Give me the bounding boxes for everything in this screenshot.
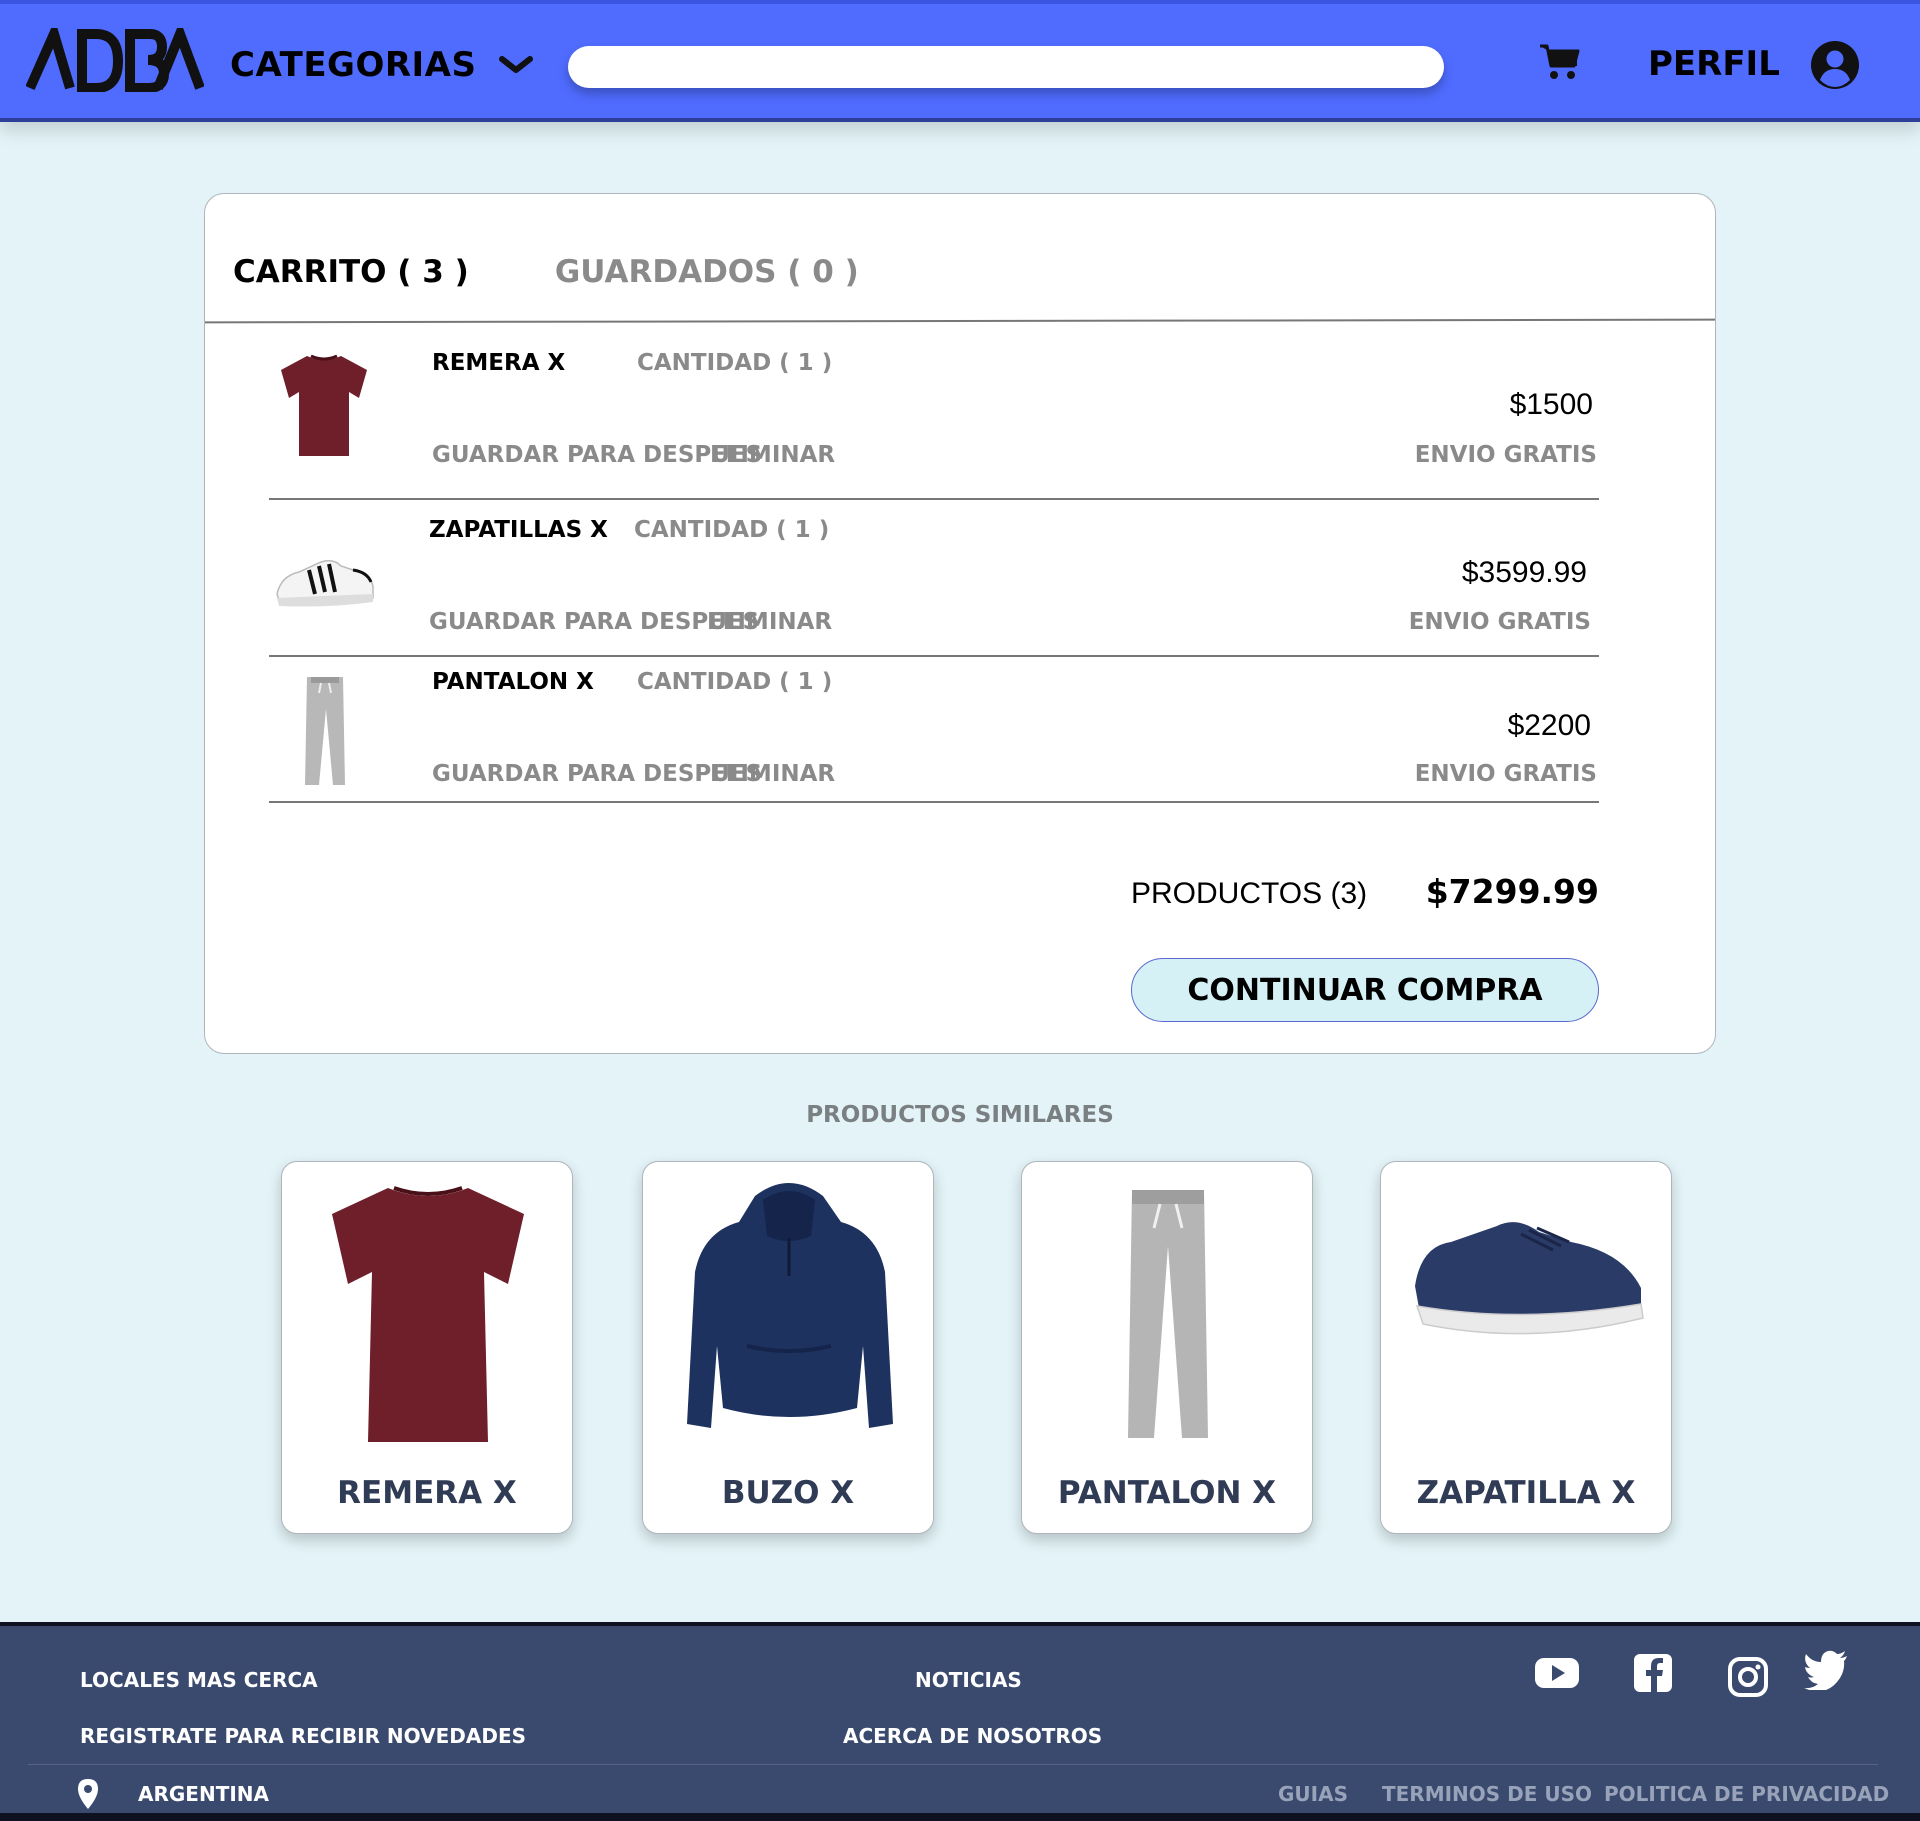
nearest-stores-link[interactable]: LOCALES MAS CERCA [80,1668,318,1692]
item-divider [269,498,1599,500]
guides-link[interactable]: GUIAS [1278,1782,1348,1806]
chevron-down-icon [498,56,533,73]
categories-label: CATEGORIAS [230,45,477,85]
cart-icon[interactable] [1538,42,1580,82]
item-divider [269,655,1599,657]
top-navbar: CATEGORIAS PERFIL [0,0,1920,122]
shipping-label: ENVIO GRATIS [1414,761,1597,787]
item-divider [269,801,1599,803]
item-price: $2200 [1507,709,1591,742]
similar-product-card[interactable]: ZAPATILLA X [1380,1161,1672,1534]
item-quantity: CANTIDAD ( 1 ) [637,350,833,376]
similar-product-card[interactable]: PANTALON X [1021,1161,1313,1534]
item-quantity: CANTIDAD ( 1 ) [637,669,833,695]
instagram-icon[interactable] [1725,1656,1771,1698]
cart-item: PANTALON X CANTIDAD ( 1 ) GUARDAR PARA D… [269,663,1599,823]
terms-of-use-link[interactable]: TERMINOS DE USO [1382,1782,1592,1806]
pants-image [1128,1190,1208,1438]
cart-total: $7299.99 [1425,872,1599,911]
sneaker-thumbnail [276,559,374,607]
bottom-edge [0,1813,1920,1821]
profile-link[interactable]: PERFIL [1648,44,1780,88]
pants-thumbnail [305,677,345,785]
product-label: ZAPATILLA X [1416,1475,1636,1511]
remove-item-link[interactable]: ELIMINAR [710,442,835,468]
about-us-link[interactable]: ACERCA DE NOSOTROS [843,1724,1102,1748]
user-circle-icon[interactable] [1810,40,1860,90]
similar-product-card[interactable]: REMERA X [281,1161,573,1534]
item-quantity: CANTIDAD ( 1 ) [634,517,830,543]
products-count-label: PRODUCTOS (3) [1131,877,1368,910]
news-link[interactable]: NOTICIAS [915,1668,1022,1692]
country-label: ARGENTINA [138,1782,269,1806]
remove-item-link[interactable]: ELIMINAR [710,761,835,787]
product-label: PANTALON X [1057,1475,1277,1511]
footer: LOCALES MAS CERCA REGISTRATE PARA RECIBI… [0,1622,1920,1821]
cart-tabs: CARRITO ( 3 ) GUARDADOS ( 0 ) [233,254,859,290]
cart-item: ZAPATILLAS X CANTIDAD ( 1 ) GUARDAR PARA… [269,502,1599,662]
search-input[interactable] [568,46,1444,88]
cart-panel: CARRITO ( 3 ) GUARDADOS ( 0 ) REMERA X C… [204,193,1716,1054]
footer-divider [28,1764,1878,1765]
tab-saved[interactable]: GUARDADOS ( 0 ) [555,254,859,290]
item-price: $3599.99 [1461,556,1587,589]
adba-logo[interactable] [26,28,204,92]
item-price: $1500 [1509,388,1593,421]
tshirt-image [332,1186,524,1442]
similar-products-title: PRODUCTOS SIMILARES [806,1102,1114,1128]
tabs-divider [204,318,1716,323]
location-pin-icon [78,1779,98,1809]
shipping-label: ENVIO GRATIS [1414,442,1597,468]
continue-purchase-button[interactable]: CONTINUAR COMPRA [1131,958,1599,1022]
shipping-label: ENVIO GRATIS [1408,609,1591,635]
similar-product-card[interactable]: BUZO X [642,1161,934,1534]
tab-cart[interactable]: CARRITO ( 3 ) [233,254,469,290]
newsletter-signup-link[interactable]: REGISTRATE PARA RECIBIR NOVEDADES [80,1724,526,1748]
tshirt-thumbnail [281,354,367,456]
youtube-icon[interactable] [1534,1652,1580,1694]
categories-dropdown[interactable]: CATEGORIAS [230,42,533,88]
item-name: REMERA X [432,350,566,376]
product-label: BUZO X [721,1475,855,1511]
sneaker-image [1415,1222,1644,1335]
twitter-icon[interactable] [1803,1648,1849,1690]
hoodie-image [687,1183,893,1428]
item-name: PANTALON X [432,669,594,695]
item-name: ZAPATILLAS X [429,517,608,543]
facebook-icon[interactable] [1630,1652,1676,1694]
product-label: REMERA X [337,1475,517,1511]
privacy-policy-link[interactable]: POLITICA DE PRIVACIDAD [1604,1782,1889,1806]
cart-item: REMERA X CANTIDAD ( 1 ) GUARDAR PARA DES… [269,334,1599,500]
remove-item-link[interactable]: ELIMINAR [707,609,832,635]
